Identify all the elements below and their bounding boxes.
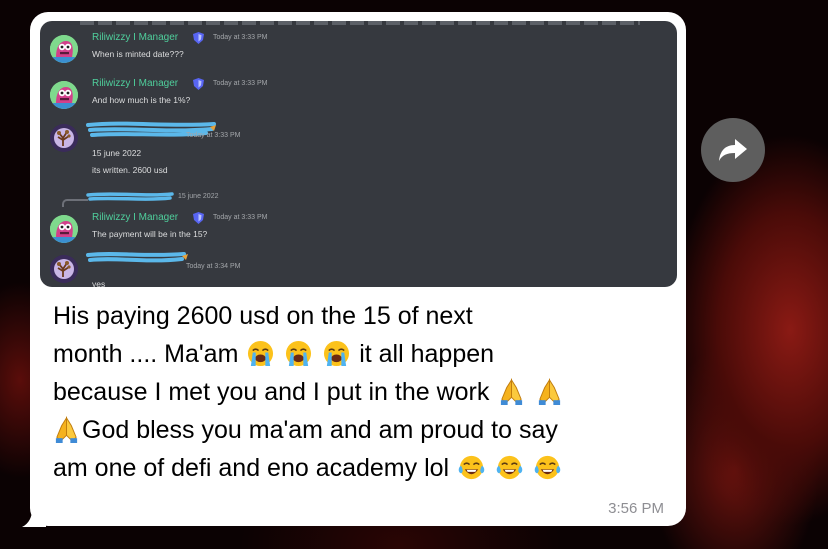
avatar: [50, 35, 78, 63]
avatar: [50, 124, 78, 152]
tree-avatar-icon: [50, 124, 78, 152]
fish-avatar-icon: [50, 215, 78, 243]
forward-button[interactable]: [701, 118, 765, 182]
redaction-scribble: [86, 192, 174, 201]
discord-message: Riliwizzy I Manager Today at 3:33 PM Whe…: [40, 31, 677, 71]
fish-avatar-icon: [50, 81, 78, 109]
loudly-crying-face-icon: [324, 340, 350, 367]
discord-message: Today at 3:33 PM 15 june 2022 its writte…: [40, 121, 677, 178]
caption-text: month .... Ma'am: [53, 340, 239, 368]
folded-hands-icon: [55, 416, 78, 443]
shield-badge-icon: [193, 32, 204, 44]
timestamp: Today at 3:34 PM: [186, 263, 241, 270]
avatar: [50, 215, 78, 243]
reply-text: 15 june 2022: [178, 193, 219, 200]
avatar: [50, 255, 78, 283]
tears-of-joy-icon: [458, 455, 485, 480]
tears-of-joy-icon: [534, 455, 561, 480]
timestamp: Today at 3:33 PM: [186, 132, 241, 139]
username[interactable]: Riliwizzy I Manager: [92, 212, 178, 223]
caption-line: His paying 2600 usd on the 15 of next: [53, 302, 473, 330]
message-text: its written. 2600 usd: [92, 165, 168, 175]
caption-line: because I met you and I put in the work: [53, 373, 653, 411]
fish-avatar-icon: [50, 35, 78, 63]
timestamp: Today at 3:33 PM: [213, 214, 268, 221]
caption-text: because I met you and I put in the work: [53, 378, 490, 406]
discord-message: Riliwizzy I Manager Today at 3:33 PM And…: [40, 77, 677, 117]
attached-screenshot[interactable]: Riliwizzy I Manager Today at 3:33 PM Whe…: [40, 21, 677, 287]
message-text-body: His paying 2600 usd on the 15 of next mo…: [53, 297, 653, 487]
folded-hands-icon: [539, 378, 561, 405]
reply-preview: 15 june 2022: [40, 191, 677, 207]
caption-line: God bless you ma'am and am proud to say: [53, 411, 653, 449]
timestamp: Today at 3:33 PM: [213, 80, 268, 87]
username[interactable]: Riliwizzy I Manager: [92, 78, 178, 89]
message-bubble[interactable]: Riliwizzy I Manager Today at 3:33 PM Whe…: [30, 12, 686, 526]
message-text: 15 june 2022: [92, 148, 142, 158]
shield-badge-icon: [193, 78, 204, 90]
caption-text: am one of defi and eno academy lol: [53, 454, 450, 482]
avatar: [50, 81, 78, 109]
tree-avatar-icon: [50, 255, 78, 283]
loudly-crying-face-icon: [248, 340, 274, 367]
caption-text: God bless you ma'am and am proud to say: [82, 416, 558, 444]
loudly-crying-face-icon: [286, 340, 312, 367]
redaction-scribble: [86, 252, 188, 263]
discord-message: Riliwizzy I Manager Today at 3:33 PM The…: [40, 211, 677, 251]
caption-line: am one of defi and eno academy lol: [53, 449, 653, 487]
timestamp: Today at 3:33 PM: [213, 34, 268, 41]
discord-message: Today at 3:34 PM yes: [40, 252, 677, 287]
username[interactable]: Riliwizzy I Manager: [92, 32, 178, 43]
message-text: And how much is the 1%?: [92, 95, 191, 105]
reply-connector: [62, 199, 88, 207]
shield-badge-icon: [193, 212, 204, 224]
folded-hands-icon: [501, 378, 523, 405]
forward-arrow-icon: [719, 139, 747, 161]
caption-line: month .... Ma'am it all happen: [53, 335, 653, 373]
cutoff-text-line: [80, 21, 640, 25]
message-text: yes: [92, 279, 106, 287]
message-text: When is minted date???: [92, 49, 184, 59]
message-text: The payment will be in the 15?: [92, 229, 208, 239]
caption-text: it all happen: [359, 340, 495, 368]
message-timestamp: 3:56 PM: [608, 500, 664, 517]
tears-of-joy-icon: [496, 455, 523, 480]
